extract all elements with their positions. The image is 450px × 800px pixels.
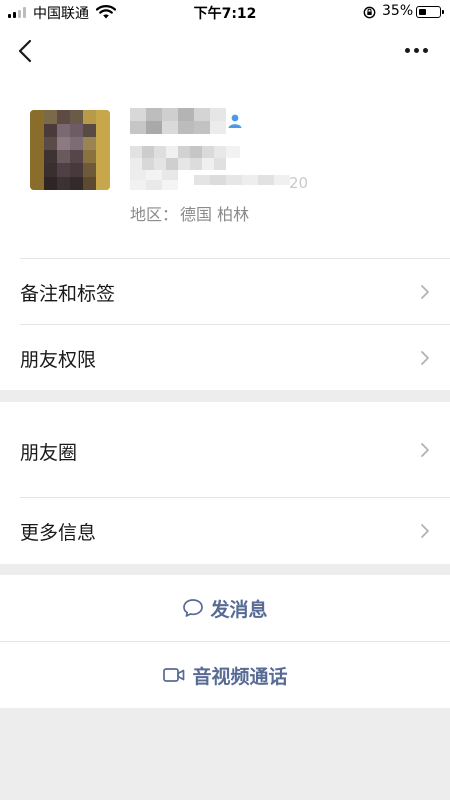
id-suffix: 20 — [289, 174, 309, 192]
remark-tags-label: 备注和标签 — [20, 283, 116, 305]
more-info-row[interactable]: 更多信息 — [0, 498, 450, 564]
nickname-redacted — [130, 108, 226, 134]
chevron-right-icon — [421, 351, 429, 365]
more-info-label: 更多信息 — [20, 522, 97, 544]
more-dots-icon[interactable] — [400, 40, 434, 60]
region-value: 德国 柏林 — [180, 205, 250, 224]
video-camera-icon — [163, 668, 185, 682]
send-message-button[interactable]: 发消息 — [0, 575, 450, 641]
status-bar: 中国联通 下午7:12 35% — [0, 0, 450, 24]
friend-permissions-row[interactable]: 朋友权限 — [0, 325, 450, 390]
orientation-lock-icon — [363, 6, 376, 19]
chevron-right-icon — [421, 443, 429, 457]
chevron-left-icon[interactable] — [12, 36, 40, 66]
moments-label: 朋友圈 — [20, 442, 78, 464]
video-call-button[interactable]: 音视频通话 — [0, 642, 450, 708]
send-message-label: 发消息 — [210, 598, 268, 621]
battery-icon — [416, 6, 444, 18]
wechat-id-redacted — [130, 146, 240, 170]
chevron-right-icon — [421, 524, 429, 538]
avatar[interactable] — [30, 110, 110, 190]
battery-percentage: 35% — [382, 3, 414, 19]
moments-row[interactable]: 朋友圈 — [0, 402, 450, 497]
chevron-right-icon — [421, 285, 429, 299]
region-label: 地区： — [130, 205, 179, 224]
battery-level — [418, 8, 426, 15]
chat-bubble-icon — [183, 599, 204, 617]
video-call-label: 音视频通话 — [192, 665, 288, 688]
remark-tags-row[interactable]: 备注和标签 — [0, 259, 450, 325]
info-line-redacted — [130, 170, 290, 190]
friend-permissions-label: 朋友权限 — [20, 349, 97, 371]
person-icon — [228, 114, 242, 128]
